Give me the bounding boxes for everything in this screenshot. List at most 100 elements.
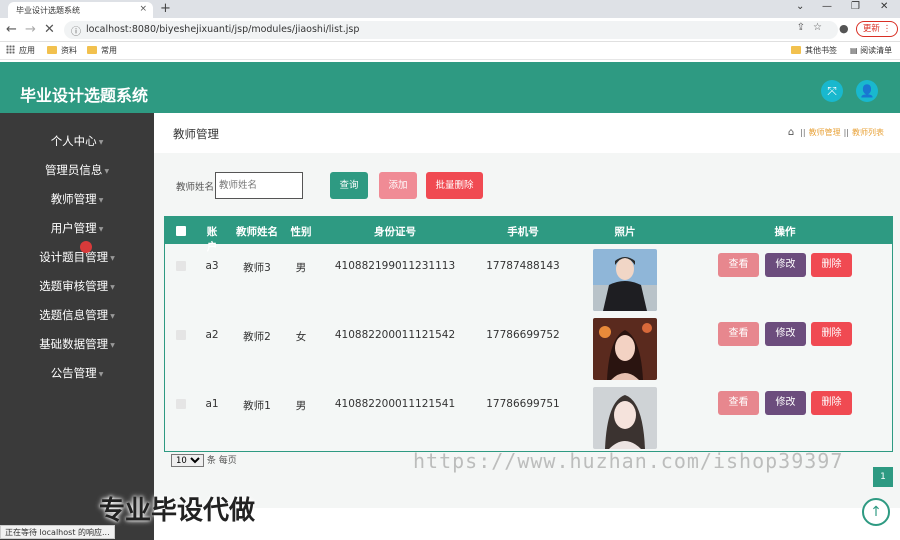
page-title: 教师管理 <box>173 127 219 141</box>
bookmark-folder[interactable]: 资料 <box>47 45 77 56</box>
chevron-down-icon: ▼ <box>98 226 104 233</box>
page-number-button[interactable]: 1 <box>873 467 893 487</box>
bookmark-other[interactable]: 其他书签 <box>791 45 837 56</box>
teacher-name-search-input[interactable] <box>215 172 303 199</box>
update-button[interactable]: 更新 ⋮ <box>856 21 898 37</box>
forward-icon[interactable]: → <box>25 22 36 37</box>
app-header: 毕业设计选题系统 ⤧ 👤 <box>0 62 900 113</box>
cell-id-number: 410882200011121541 <box>334 398 456 410</box>
view-button[interactable]: 查看 <box>718 322 759 346</box>
mouse-cursor-highlight <box>80 241 92 253</box>
page-size-select[interactable]: 10 <box>171 454 204 467</box>
chevron-down-icon: ▼ <box>110 313 115 320</box>
fullscreen-icon[interactable]: ⤧ <box>821 80 843 102</box>
user-icon[interactable]: 👤 <box>856 80 878 102</box>
sidebar-item-teacher-management[interactable]: 教师管理 ▼ <box>0 189 154 209</box>
column-header: 性别 <box>290 226 312 238</box>
folder-icon <box>87 46 97 54</box>
page-header: 教师管理 ⌂ || 教师管理 || 教师列表 <box>154 113 900 153</box>
browser-tab-bar: 毕业设计选题系统 × + ⌄ — ❐ ✕ <box>0 0 900 18</box>
table-row: a3 教师3 男 410882199011231113 17787488143 … <box>165 247 892 316</box>
reading-list[interactable]: ▤ 阅读清单 <box>850 45 892 56</box>
watermark-text: 专业毕设代做 <box>99 496 256 526</box>
sidebar-item-notice[interactable]: 公告管理 ▼ <box>0 363 154 383</box>
share-star-icons[interactable]: ⇪☆ <box>797 22 830 33</box>
edit-button[interactable]: 修改 <box>765 322 806 346</box>
watermark-url: https://www.huzhan.com/ishop39397 <box>413 449 844 473</box>
chevron-down-icon: ▼ <box>98 197 104 204</box>
sidebar-item-personal-center[interactable]: 个人中心 ▼ <box>0 131 154 151</box>
view-button[interactable]: 查看 <box>718 253 759 277</box>
delete-button[interactable]: 删除 <box>811 391 852 415</box>
new-tab-button[interactable]: + <box>160 1 171 16</box>
cell-account: a1 <box>205 398 219 410</box>
info-icon[interactable]: ⓘ <box>71 23 81 38</box>
bulk-delete-button[interactable]: 批量删除 <box>426 172 483 199</box>
scroll-to-top-button[interactable]: ↑ <box>862 498 890 526</box>
url-field[interactable]: ⓘ localhost:8080/biyeshejixuanti/jsp/mod… <box>64 21 838 39</box>
teacher-table: 账户 教师姓名 性别 身份证号 手机号 照片 操作 a3 教师3 男 41088… <box>164 216 893 452</box>
page-footer <box>154 508 900 540</box>
breadcrumb: ⌂ || 教师管理 || 教师列表 <box>787 127 884 138</box>
bookmark-folder[interactable]: 常用 <box>87 45 117 56</box>
folder-icon <box>47 46 57 54</box>
close-tab-icon[interactable]: × <box>139 4 147 14</box>
select-all-checkbox[interactable] <box>176 226 186 236</box>
chevron-down-icon: ▼ <box>110 284 115 291</box>
column-header: 操作 <box>774 226 796 238</box>
query-button[interactable]: 查询 <box>330 172 368 199</box>
teacher-photo <box>593 318 657 380</box>
cell-phone: 17787488143 <box>486 260 560 272</box>
row-checkbox[interactable] <box>176 330 186 340</box>
main-content: 教师管理 ⌂||教师管理||教师列表 教师姓名 查询 添加 批量删除 账户 教师… <box>154 113 900 540</box>
chevron-down-icon: ▼ <box>98 371 104 378</box>
apps-icon <box>6 45 15 54</box>
cell-gender: 男 <box>295 400 307 412</box>
minimize-icon[interactable]: — <box>822 1 832 12</box>
chevron-down-icon: ▼ <box>110 255 115 262</box>
breadcrumb-item[interactable]: 教师管理 <box>809 128 841 137</box>
table-row: a2 教师2 女 410882200011121542 17786699752 … <box>165 316 892 385</box>
view-button[interactable]: 查看 <box>718 391 759 415</box>
home-icon[interactable]: ⌂ <box>788 127 794 138</box>
folder-icon <box>791 46 801 54</box>
sidebar-item-admin-info[interactable]: 管理员信息 ▼ <box>0 160 154 180</box>
column-header: 手机号 <box>507 226 539 238</box>
sidebar-item-base-data[interactable]: 基础数据管理 ▼ <box>0 334 154 354</box>
sidebar-item-topic-management[interactable]: 设计题目管理 ▼ <box>0 247 154 267</box>
teacher-photo <box>593 387 657 449</box>
window-close-icon[interactable]: ✕ <box>880 1 888 12</box>
delete-button[interactable]: 删除 <box>811 253 852 277</box>
reload-icon[interactable]: ✕ <box>44 22 55 37</box>
row-checkbox[interactable] <box>176 261 186 271</box>
cell-phone: 17786699751 <box>486 398 560 410</box>
cell-account: a2 <box>205 329 219 341</box>
sidebar-item-topic-review[interactable]: 选题审核管理 ▼ <box>0 276 154 296</box>
chevron-down-icon: ▼ <box>98 139 104 146</box>
per-page-label: 条 每页 <box>206 456 237 466</box>
table-row: a1 教师1 男 410882200011121541 17786699751 … <box>165 385 892 454</box>
back-icon[interactable]: ← <box>6 22 17 37</box>
add-button[interactable]: 添加 <box>379 172 417 199</box>
restore-icon[interactable]: ❐ <box>851 1 860 12</box>
bookmark-apps[interactable]: 应用 <box>6 45 35 56</box>
edit-button[interactable]: 修改 <box>765 391 806 415</box>
browser-tab[interactable]: 毕业设计选题系统 × <box>8 2 153 18</box>
sidebar-item-user-management[interactable]: 用户管理 ▼ <box>0 218 154 238</box>
browser-status-bar: 正在等待 localhost 的响应... <box>0 525 115 539</box>
profile-icon[interactable]: ● <box>839 22 849 35</box>
browser-tab-title: 毕业设计选题系统 <box>16 6 80 15</box>
reading-list-icon: ▤ <box>850 46 861 55</box>
delete-button[interactable]: 删除 <box>811 322 852 346</box>
teacher-photo <box>593 249 657 311</box>
sidebar-item-topic-info[interactable]: 选题信息管理 ▼ <box>0 305 154 325</box>
column-header: 身份证号 <box>374 226 416 238</box>
pagination: 10 条 每页 <box>171 453 237 467</box>
breadcrumb-item: 教师列表 <box>852 128 884 137</box>
cell-gender: 女 <box>295 331 307 343</box>
edit-button[interactable]: 修改 <box>765 253 806 277</box>
row-checkbox[interactable] <box>176 399 186 409</box>
tab-search-icon[interactable]: ⌄ <box>796 1 804 12</box>
cell-account: a3 <box>205 260 219 272</box>
cell-name: 教师1 <box>243 400 271 412</box>
